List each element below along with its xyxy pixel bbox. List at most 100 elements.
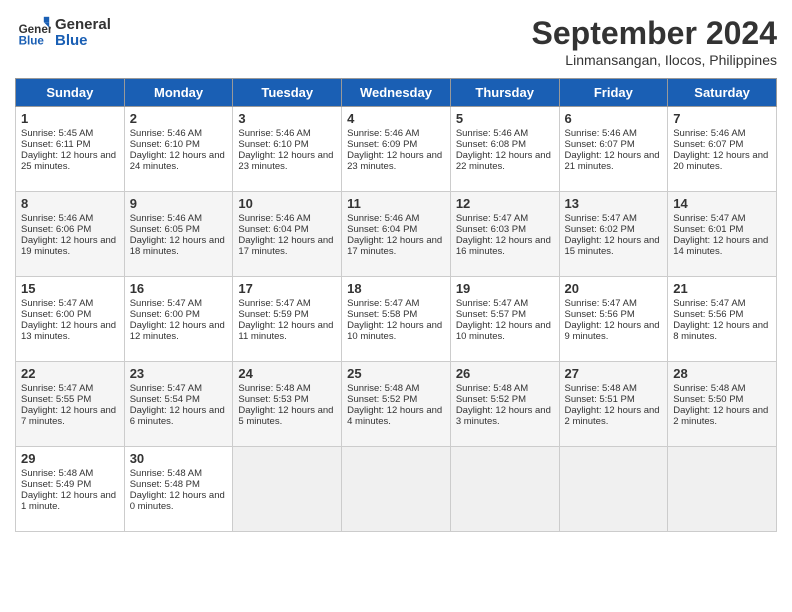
day-number: 6 xyxy=(565,111,663,126)
calendar-cell: 14Sunrise: 5:47 AMSunset: 6:01 PMDayligh… xyxy=(668,192,777,277)
day-number: 12 xyxy=(456,196,554,211)
sunset-text: Sunset: 6:07 PM xyxy=(673,139,743,150)
title-area: September 2024 Linmansangan, Ilocos, Phi… xyxy=(532,15,777,68)
daylight-text: Daylight: 12 hours and 20 minutes. xyxy=(673,150,768,172)
day-number: 4 xyxy=(347,111,445,126)
sunset-text: Sunset: 6:11 PM xyxy=(21,139,91,150)
calendar-cell: 3Sunrise: 5:46 AMSunset: 6:10 PMDaylight… xyxy=(233,107,342,192)
sunset-text: Sunset: 5:49 PM xyxy=(21,479,91,490)
daylight-text: Daylight: 12 hours and 0 minutes. xyxy=(130,490,225,512)
sunset-text: Sunset: 5:48 PM xyxy=(130,479,200,490)
daylight-text: Daylight: 12 hours and 22 minutes. xyxy=(456,150,551,172)
calendar-week-1: 1Sunrise: 5:45 AMSunset: 6:11 PMDaylight… xyxy=(16,107,777,192)
sunrise-text: Sunrise: 5:46 AM xyxy=(130,128,202,139)
sunset-text: Sunset: 5:55 PM xyxy=(21,394,91,405)
sunset-text: Sunset: 6:06 PM xyxy=(21,224,91,235)
sunrise-text: Sunrise: 5:48 AM xyxy=(673,383,745,394)
sunset-text: Sunset: 6:05 PM xyxy=(130,224,200,235)
calendar-cell: 29Sunrise: 5:48 AMSunset: 5:49 PMDayligh… xyxy=(16,447,125,532)
col-thursday: Thursday xyxy=(450,79,559,107)
daylight-text: Daylight: 12 hours and 7 minutes. xyxy=(21,405,116,427)
calendar-cell xyxy=(342,447,451,532)
calendar-cell: 23Sunrise: 5:47 AMSunset: 5:54 PMDayligh… xyxy=(124,362,233,447)
calendar-week-3: 15Sunrise: 5:47 AMSunset: 6:00 PMDayligh… xyxy=(16,277,777,362)
daylight-text: Daylight: 12 hours and 17 minutes. xyxy=(238,235,333,257)
daylight-text: Daylight: 12 hours and 13 minutes. xyxy=(21,320,116,342)
sunset-text: Sunset: 5:57 PM xyxy=(456,309,526,320)
calendar-cell: 6Sunrise: 5:46 AMSunset: 6:07 PMDaylight… xyxy=(559,107,668,192)
day-number: 13 xyxy=(565,196,663,211)
logo: General Blue General Blue xyxy=(15,15,111,51)
header-row: Sunday Monday Tuesday Wednesday Thursday… xyxy=(16,79,777,107)
col-sunday: Sunday xyxy=(16,79,125,107)
day-number: 18 xyxy=(347,281,445,296)
day-number: 22 xyxy=(21,366,119,381)
calendar-cell: 30Sunrise: 5:48 AMSunset: 5:48 PMDayligh… xyxy=(124,447,233,532)
sunrise-text: Sunrise: 5:48 AM xyxy=(130,468,202,479)
sunset-text: Sunset: 6:07 PM xyxy=(565,139,635,150)
calendar-cell: 22 Sunrise: 5:47 AMSunset: 5:55 PMDayligh… xyxy=(16,362,125,447)
sunset-text: Sunset: 5:53 PM xyxy=(238,394,308,405)
col-friday: Friday xyxy=(559,79,668,107)
sunrise-text: Sunrise: 5:47 AM xyxy=(456,298,528,309)
sunrise-text: Sunrise: 5:48 AM xyxy=(456,383,528,394)
calendar-cell: 27Sunrise: 5:48 AMSunset: 5:51 PMDayligh… xyxy=(559,362,668,447)
col-tuesday: Tuesday xyxy=(233,79,342,107)
calendar-cell: 17Sunrise: 5:47 AMSunset: 5:59 PMDayligh… xyxy=(233,277,342,362)
daylight-text: Daylight: 12 hours and 17 minutes. xyxy=(347,235,442,257)
calendar-cell: 10Sunrise: 5:46 AMSunset: 6:04 PMDayligh… xyxy=(233,192,342,277)
calendar-cell: 1Sunrise: 5:45 AMSunset: 6:11 PMDaylight… xyxy=(16,107,125,192)
day-number: 27 xyxy=(565,366,663,381)
calendar-week-4: 22Sunrise: 5:47 AMSunset: 5:55 PMDayligh… xyxy=(16,362,777,447)
day-number: 3 xyxy=(238,111,336,126)
sunrise-text: Sunrise: 5:47 AM xyxy=(238,298,310,309)
sunset-text: Sunset: 6:01 PM xyxy=(673,224,743,235)
sunrise-text: Sunrise: 5:48 AM xyxy=(347,383,419,394)
calendar-cell: 9Sunrise: 5:46 AMSunset: 6:05 PMDaylight… xyxy=(124,192,233,277)
sunset-text: Sunset: 5:50 PM xyxy=(673,394,743,405)
sunset-text: Sunset: 6:02 PM xyxy=(565,224,635,235)
daylight-text: Daylight: 12 hours and 15 minutes. xyxy=(565,235,660,257)
daylight-text: Daylight: 12 hours and 3 minutes. xyxy=(456,405,551,427)
day-number: 5 xyxy=(456,111,554,126)
col-wednesday: Wednesday xyxy=(342,79,451,107)
sunrise-text: Sunrise: 5:46 AM xyxy=(347,128,419,139)
calendar-cell: 15Sunrise: 5:47 AMSunset: 6:00 PMDayligh… xyxy=(16,277,125,362)
day-number: 15 xyxy=(21,281,119,296)
logo-blue: Blue xyxy=(55,33,111,50)
daylight-text: Daylight: 12 hours and 25 minutes. xyxy=(21,150,116,172)
daylight-text: Daylight: 12 hours and 14 minutes. xyxy=(673,235,768,257)
sunrise-text: Sunrise: 5:46 AM xyxy=(238,128,310,139)
day-number: 14 xyxy=(673,196,771,211)
calendar-week-5: 29Sunrise: 5:48 AMSunset: 5:49 PMDayligh… xyxy=(16,447,777,532)
daylight-text: Daylight: 12 hours and 10 minutes. xyxy=(347,320,442,342)
sunrise-text: Sunrise: 5:47 AM xyxy=(21,383,93,394)
sunrise-text: Sunrise: 5:47 AM xyxy=(347,298,419,309)
sunset-text: Sunset: 6:10 PM xyxy=(130,139,200,150)
calendar-cell xyxy=(450,447,559,532)
daylight-text: Daylight: 12 hours and 21 minutes. xyxy=(565,150,660,172)
sunrise-text: Sunrise: 5:45 AM xyxy=(21,128,93,139)
calendar-cell: 21Sunrise: 5:47 AMSunset: 5:56 PMDayligh… xyxy=(668,277,777,362)
day-number: 29 xyxy=(21,451,119,466)
logo-icon: General Blue xyxy=(15,15,51,51)
daylight-text: Daylight: 12 hours and 8 minutes. xyxy=(673,320,768,342)
calendar-cell: 13Sunrise: 5:47 AMSunset: 6:02 PMDayligh… xyxy=(559,192,668,277)
day-number: 7 xyxy=(673,111,771,126)
sunset-text: Sunset: 6:10 PM xyxy=(238,139,308,150)
day-number: 11 xyxy=(347,196,445,211)
day-number: 9 xyxy=(130,196,228,211)
sunrise-text: Sunrise: 5:46 AM xyxy=(456,128,528,139)
month-title: September 2024 xyxy=(532,15,777,52)
calendar-cell: 2Sunrise: 5:46 AMSunset: 6:10 PMDaylight… xyxy=(124,107,233,192)
sunrise-text: Sunrise: 5:46 AM xyxy=(673,128,745,139)
daylight-text: Daylight: 12 hours and 23 minutes. xyxy=(347,150,442,172)
daylight-text: Daylight: 12 hours and 10 minutes. xyxy=(456,320,551,342)
daylight-text: Daylight: 12 hours and 4 minutes. xyxy=(347,405,442,427)
daylight-text: Daylight: 12 hours and 12 minutes. xyxy=(130,320,225,342)
day-number: 24 xyxy=(238,366,336,381)
calendar-cell: 26Sunrise: 5:48 AMSunset: 5:52 PMDayligh… xyxy=(450,362,559,447)
calendar-cell: 4Sunrise: 5:46 AMSunset: 6:09 PMDaylight… xyxy=(342,107,451,192)
sunrise-text: Sunrise: 5:48 AM xyxy=(21,468,93,479)
sunset-text: Sunset: 6:00 PM xyxy=(21,309,91,320)
